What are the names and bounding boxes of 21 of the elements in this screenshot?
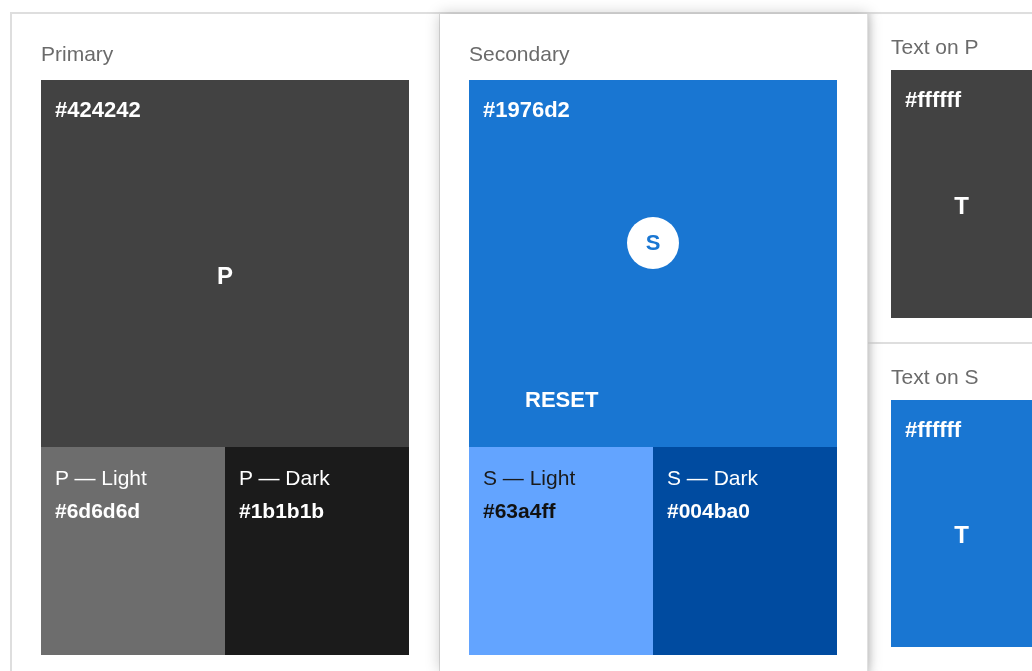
- hex-code: #1976d2: [483, 96, 571, 124]
- hex-code: #ffffff: [905, 86, 963, 114]
- hex-code: #6d6d6d: [55, 498, 141, 524]
- variant-label: P — Dark: [239, 465, 330, 491]
- palette-title: Secondary: [469, 41, 571, 67]
- swatch-letter: T: [954, 521, 969, 550]
- hex-code: #424242: [55, 96, 142, 124]
- letter-circle: S: [627, 216, 679, 269]
- reset-button[interactable]: RESET: [509, 381, 615, 419]
- card-title: Text on S: [891, 363, 980, 390]
- card-title: Text on P: [891, 34, 980, 60]
- palette-title: Primary: [41, 41, 115, 67]
- hex-code: #004ba0: [667, 498, 750, 524]
- variant-label: S — Light: [483, 465, 576, 491]
- variant-label: P — Light: [55, 465, 147, 491]
- variant-label: S — Dark: [667, 465, 758, 491]
- hex-code: #ffffff: [905, 415, 963, 444]
- hex-code: #1b1b1b: [239, 498, 325, 524]
- hex-code: #63a4ff: [483, 498, 556, 524]
- swatch-letter: T: [954, 191, 969, 220]
- swatch-letter: P: [217, 261, 233, 290]
